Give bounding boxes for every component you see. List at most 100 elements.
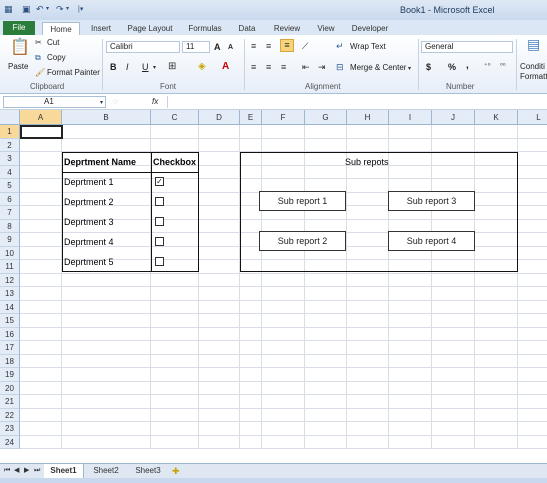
italic-button[interactable]: I (126, 62, 129, 72)
tab-review[interactable]: Review (268, 22, 306, 35)
sheet-tab-sheet1[interactable]: Sheet1 (44, 464, 84, 478)
tab-developer[interactable]: Developer (348, 22, 392, 35)
align-right-icon[interactable]: ≡ (281, 62, 286, 72)
first-sheet-icon[interactable]: ⏮ (4, 466, 10, 476)
row-header-8[interactable]: 8 (0, 219, 20, 233)
merge-center-icon[interactable]: ⊟ (336, 62, 344, 72)
column-header-c[interactable]: C (151, 110, 199, 125)
column-header-i[interactable]: I (389, 110, 432, 125)
row-header-3[interactable]: 3 (0, 152, 20, 166)
prev-sheet-icon[interactable]: ◀ (14, 466, 19, 476)
grow-font-button[interactable]: A (214, 42, 221, 52)
department-checkbox[interactable]: ✓ (155, 177, 164, 186)
row-header-5[interactable]: 5 (0, 179, 20, 193)
sub-report-3-button[interactable]: Sub report 3 (388, 191, 475, 211)
column-header-b[interactable]: B (62, 110, 151, 125)
tab-formulas[interactable]: Formulas (184, 22, 226, 35)
row-header-6[interactable]: 6 (0, 192, 20, 206)
fill-color-icon[interactable]: ◈ (198, 62, 206, 72)
tab-view[interactable]: View (312, 22, 340, 35)
row-header-13[interactable]: 13 (0, 287, 20, 301)
merge-dropdown-icon[interactable]: ▾ (408, 64, 411, 74)
number-format-select[interactable]: General (421, 41, 513, 53)
column-header-h[interactable]: H (347, 110, 389, 125)
increase-indent-icon[interactable]: ⇥ (318, 62, 326, 72)
undo-dropdown-icon[interactable]: ▾ (46, 4, 49, 15)
insert-sheet-icon[interactable]: ✚ (172, 466, 180, 476)
tab-page-layout[interactable]: Page Layout (124, 22, 176, 35)
orientation-icon[interactable]: ⟋ (302, 41, 308, 51)
align-top-icon[interactable]: ≡ (251, 41, 256, 51)
decrease-decimal-icon[interactable]: ⁰⁰ (500, 62, 506, 72)
percent-button[interactable]: % (448, 62, 456, 72)
align-bottom-icon[interactable]: ≡ (280, 39, 294, 52)
currency-button[interactable]: $ (426, 62, 431, 72)
tab-file[interactable]: File (3, 21, 35, 35)
next-sheet-icon[interactable]: ▶ (24, 466, 29, 476)
paste-icon[interactable]: 📋 (10, 39, 30, 57)
column-header-g[interactable]: G (305, 110, 347, 125)
row-header-10[interactable]: 10 (0, 246, 20, 260)
conditional-formatting-button[interactable]: Conditi (520, 62, 545, 72)
name-box-dropdown-icon[interactable]: ▾ (100, 98, 103, 108)
select-all-corner[interactable] (0, 110, 20, 125)
row-header-17[interactable]: 17 (0, 341, 20, 355)
department-checkbox[interactable] (155, 257, 164, 266)
bold-button[interactable]: B (110, 62, 117, 72)
sub-report-1-button[interactable]: Sub report 1 (259, 191, 346, 211)
column-header-k[interactable]: K (475, 110, 518, 125)
wrap-text-icon[interactable]: ↵ (336, 41, 344, 51)
sub-report-4-button[interactable]: Sub report 4 (388, 231, 475, 251)
column-header-j[interactable]: J (432, 110, 475, 125)
save-icon[interactable]: ▣ (22, 4, 31, 15)
redo-icon[interactable]: ↷ (56, 4, 64, 15)
row-header-20[interactable]: 20 (0, 381, 20, 395)
department-checkbox[interactable] (155, 237, 164, 246)
sub-report-2-button[interactable]: Sub report 2 (259, 231, 346, 251)
row-header-16[interactable]: 16 (0, 327, 20, 341)
copy-icon[interactable]: ⧉ (35, 53, 41, 63)
insert-function-button[interactable]: fx (152, 97, 158, 107)
increase-decimal-icon[interactable]: ⁺⁰ (484, 62, 491, 72)
format-painter-icon[interactable]: 🖌 (35, 68, 45, 78)
row-header-9[interactable]: 9 (0, 233, 20, 247)
format-painter-button[interactable]: Format Painter (47, 68, 100, 78)
row-header-4[interactable]: 4 (0, 165, 20, 179)
font-size-select[interactable]: 11 (182, 41, 210, 53)
column-header-f[interactable]: F (262, 110, 305, 125)
font-name-select[interactable]: Calibri (106, 41, 180, 53)
row-header-24[interactable]: 24 (0, 435, 20, 449)
department-checkbox[interactable] (155, 197, 164, 206)
comma-button[interactable]: , (466, 61, 469, 71)
selected-cell-a1[interactable] (20, 125, 63, 139)
tab-home[interactable]: Home (42, 22, 80, 35)
row-header-2[interactable]: 2 (0, 138, 20, 152)
merge-center-button[interactable]: Merge & Center (350, 63, 406, 73)
column-header-a[interactable]: A (20, 110, 62, 125)
row-header-19[interactable]: 19 (0, 368, 20, 382)
wrap-text-button[interactable]: Wrap Text (350, 42, 386, 52)
underline-button[interactable]: U (142, 62, 149, 72)
row-header-11[interactable]: 11 (0, 260, 20, 274)
column-header-l[interactable]: L (518, 110, 547, 125)
sheet-tab-sheet2[interactable]: Sheet2 (86, 464, 126, 478)
font-color-icon[interactable]: A (222, 62, 229, 72)
sheet-tab-sheet3[interactable]: Sheet3 (128, 464, 168, 478)
row-header-1[interactable]: 1 (0, 125, 20, 139)
row-header-7[interactable]: 7 (0, 206, 20, 220)
cut-button[interactable]: Cut (47, 38, 59, 48)
row-header-21[interactable]: 21 (0, 395, 20, 409)
tab-data[interactable]: Data (234, 22, 260, 35)
cut-icon[interactable]: ✂ (35, 38, 42, 48)
formula-cancel-icon[interactable]: ◌ (113, 97, 118, 107)
conditional-formatting-icon[interactable]: ▤ (527, 37, 540, 51)
column-header-d[interactable]: D (199, 110, 240, 125)
underline-dropdown-icon[interactable]: ▾ (153, 63, 156, 73)
undo-icon[interactable]: ↶ (36, 4, 44, 15)
shrink-font-button[interactable]: A (228, 43, 233, 53)
row-header-14[interactable]: 14 (0, 300, 20, 314)
row-header-18[interactable]: 18 (0, 354, 20, 368)
decrease-indent-icon[interactable]: ⇤ (302, 62, 310, 72)
department-checkbox[interactable] (155, 217, 164, 226)
column-header-e[interactable]: E (240, 110, 262, 125)
